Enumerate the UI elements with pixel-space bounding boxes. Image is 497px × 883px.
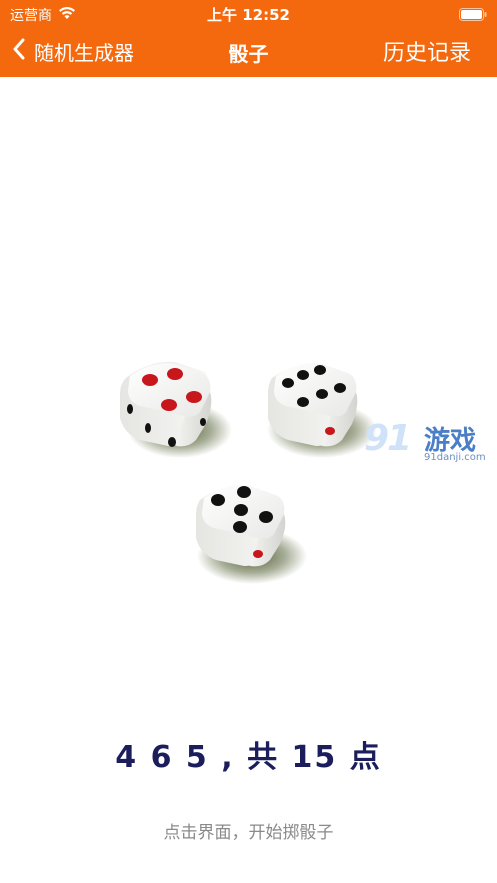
roll-result: 4 6 5 , 共 15 点	[115, 740, 382, 775]
history-button[interactable]: 历史记录	[383, 35, 471, 67]
tap-hint: 点击界面，开始掷骰子	[163, 823, 334, 843]
die-2	[267, 363, 377, 458]
watermark-number: 91	[364, 418, 412, 459]
status-bar: 运营商 上午 12:52	[0, 0, 497, 26]
die-1	[120, 361, 232, 458]
app-header: 运营商 上午 12:52 随机生成器 骰子 历史记录	[0, 0, 497, 77]
dice-canvas	[120, 361, 377, 584]
dice-roll-area[interactable]: 91 游戏 91danji.com	[0, 77, 497, 697]
navigation-bar: 随机生成器 骰子 历史记录	[0, 26, 497, 77]
battery-icon	[459, 6, 487, 25]
watermark-logo: 91 游戏 91danji.com	[364, 418, 496, 468]
watermark-url: 91danji.com	[424, 452, 486, 463]
status-time: 上午 12:52	[207, 6, 290, 24]
die-3	[196, 485, 307, 584]
